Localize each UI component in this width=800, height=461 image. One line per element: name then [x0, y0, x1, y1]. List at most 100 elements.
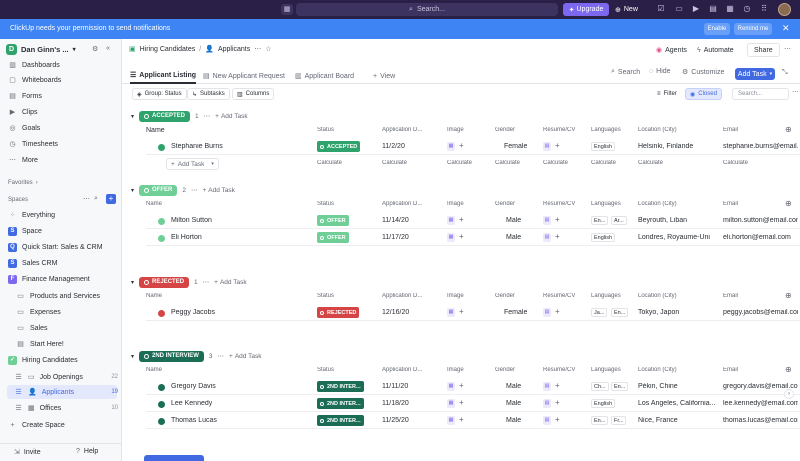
- more-options-icon[interactable]: ⋯: [203, 278, 210, 286]
- create-space-button[interactable]: + Create Space: [8, 419, 64, 431]
- status-check-icon[interactable]: [158, 384, 165, 391]
- group-header-2nd-interview[interactable]: ▾ 2ND INTERVIEW 3 ⋯ + Add Task: [131, 350, 261, 362]
- sidebar-space-finance[interactable]: F Finance Management: [8, 273, 90, 285]
- home-icon[interactable]: ▦: [281, 4, 293, 15]
- customize-button[interactable]: ⚙ Customize: [682, 68, 724, 77]
- new-button[interactable]: ⊕ New: [615, 3, 638, 16]
- plus-icon[interactable]: +: [459, 307, 464, 316]
- add-column-icon[interactable]: ⊕: [785, 291, 792, 300]
- workspace-switcher[interactable]: D Dan Ginn's ... ▾: [6, 44, 76, 55]
- plus-icon[interactable]: +: [555, 215, 560, 224]
- plus-icon[interactable]: +: [459, 381, 464, 390]
- file-icon[interactable]: ▤: [543, 216, 551, 225]
- sidebar-folder-sales[interactable]: ▭ Sales: [16, 322, 47, 334]
- sidebar-space-hiring[interactable]: ✓ Hiring Candidates: [8, 354, 78, 366]
- sidebar-space-space[interactable]: S Space: [8, 225, 42, 237]
- sidebar-space-quick-start[interactable]: Q Quick Start: Sales & CRM: [8, 241, 103, 253]
- file-icon[interactable]: ▤: [543, 142, 551, 151]
- status-check-icon[interactable]: [158, 235, 165, 242]
- status-check-icon[interactable]: [158, 418, 165, 425]
- settings-icon[interactable]: ⚙: [92, 45, 98, 53]
- favorites-header[interactable]: Favorites ›: [8, 180, 38, 186]
- status-check-icon[interactable]: [158, 310, 165, 317]
- status-badge[interactable]: 2ND INTER...: [317, 415, 364, 426]
- sidebar-item-forms[interactable]: ▤ Forms: [8, 90, 42, 102]
- sidebar-item-timesheets[interactable]: ◷ Timesheets: [8, 138, 57, 150]
- sidebar-item-dashboards[interactable]: ▥ Dashboards: [8, 59, 60, 71]
- checklist-icon[interactable]: ☑: [656, 4, 666, 14]
- image-icon[interactable]: ▦: [447, 399, 455, 408]
- status-badge[interactable]: OFFER: [317, 215, 349, 226]
- image-icon[interactable]: ▦: [447, 416, 455, 425]
- more-options-icon[interactable]: ⋯: [792, 88, 799, 96]
- sidebar-item-clips[interactable]: ▶ Clips: [8, 106, 38, 118]
- file-icon[interactable]: ▤: [543, 308, 551, 317]
- search-tasks-button[interactable]: ⌕ Search: [611, 68, 640, 76]
- add-column-icon[interactable]: ⊕: [785, 365, 792, 374]
- group-by-chip[interactable]: ◈ Group: Status: [132, 88, 187, 100]
- image-icon[interactable]: ▦: [447, 308, 455, 317]
- record-icon[interactable]: ▭: [674, 4, 684, 14]
- next-group-status-badge[interactable]: [144, 455, 204, 461]
- group-add-task-button[interactable]: + Add Task: [202, 187, 234, 194]
- sidebar-list-applicants[interactable]: ☰ 👤 Applicants 19: [14, 386, 118, 398]
- add-task-button[interactable]: Add Task ▾: [735, 68, 775, 80]
- tab-new-applicant-request[interactable]: ▤ New Applicant Request: [203, 68, 285, 84]
- star-icon[interactable]: ☆: [265, 45, 271, 53]
- filter-button[interactable]: ≡ Filter: [652, 88, 682, 100]
- table-row[interactable]: Stephanie Burns ACCEPTED 11/2/20 ▦ + Fem…: [146, 139, 800, 155]
- plus-icon[interactable]: +: [459, 215, 464, 224]
- status-check-icon[interactable]: [158, 144, 165, 151]
- group-add-task-button[interactable]: + Add Task: [215, 113, 247, 120]
- status-check-icon[interactable]: [158, 218, 165, 225]
- automate-button[interactable]: ϟ Automate: [697, 43, 734, 57]
- plus-icon[interactable]: +: [459, 141, 464, 150]
- image-icon[interactable]: ▦: [447, 233, 455, 242]
- sidebar-folder-expenses[interactable]: ▭ Expenses: [16, 306, 61, 318]
- scroll-right-icon[interactable]: ›: [784, 389, 794, 399]
- video-icon[interactable]: ▶: [691, 4, 701, 14]
- closed-chip[interactable]: ◉ Closed: [685, 88, 722, 100]
- doc-icon[interactable]: ▤: [708, 4, 718, 14]
- more-options-icon[interactable]: ⋯: [254, 45, 261, 53]
- upgrade-button[interactable]: ✦ Upgrade: [563, 3, 609, 16]
- clock-icon[interactable]: ◷: [742, 4, 752, 14]
- subtasks-chip[interactable]: ↳ Subtasks: [187, 88, 230, 100]
- user-avatar[interactable]: [778, 3, 791, 16]
- status-badge[interactable]: 2ND INTER...: [317, 398, 364, 409]
- table-row[interactable]: Gregory Davis 2ND INTER... 11/11/20 ▦ + …: [146, 379, 800, 395]
- invite-button[interactable]: ⇲ Invite: [14, 448, 41, 457]
- share-button[interactable]: Share: [747, 43, 780, 57]
- group-header-accepted[interactable]: ▾ ACCEPTED 1 ⋯ + Add Task: [131, 110, 248, 122]
- plus-icon[interactable]: +: [555, 415, 560, 424]
- plus-icon[interactable]: +: [555, 232, 560, 241]
- enable-button[interactable]: Enable: [704, 23, 730, 35]
- status-badge[interactable]: REJECTED: [317, 307, 360, 318]
- breadcrumb-list[interactable]: Applicants: [218, 46, 250, 53]
- more-options-icon[interactable]: ⋯: [784, 45, 791, 53]
- hide-button[interactable]: ◌ Hide: [649, 68, 671, 75]
- more-options-icon[interactable]: ⋯: [218, 352, 225, 360]
- file-icon[interactable]: ▤: [543, 416, 551, 425]
- image-icon[interactable]: ▦: [447, 382, 455, 391]
- tab-applicant-listing[interactable]: ☰ Applicant Listing: [130, 68, 197, 84]
- add-column-icon[interactable]: ⊕: [785, 199, 792, 208]
- sidebar-doc-start-here[interactable]: ▤ Start Here!: [16, 338, 64, 350]
- breadcrumb-space[interactable]: Hiring Candidates: [140, 46, 196, 53]
- collapse-icon[interactable]: ⤡: [782, 69, 788, 77]
- status-badge[interactable]: ACCEPTED: [317, 141, 361, 152]
- file-icon[interactable]: ▤: [543, 233, 551, 242]
- group-header-rejected[interactable]: ▾ REJECTED 1 ⋯ + Add Task: [131, 276, 247, 288]
- agents-button[interactable]: ◉ Agents: [656, 43, 687, 57]
- table-row[interactable]: Eli Horton OFFER 11/17/20 ▦ + Male ▤ + E…: [146, 230, 800, 246]
- plus-icon[interactable]: +: [459, 232, 464, 241]
- status-check-icon[interactable]: [158, 401, 165, 408]
- sidebar-item-whiteboards[interactable]: ▢ Whiteboards: [8, 74, 61, 86]
- more-options-icon[interactable]: ⋯: [204, 112, 211, 120]
- image-icon[interactable]: ▦: [447, 142, 455, 151]
- close-icon[interactable]: ✕: [782, 23, 790, 34]
- help-button[interactable]: ? Help: [76, 448, 98, 455]
- table-row[interactable]: Thomas Lucas 2ND INTER... 11/25/20 ▦ + M…: [146, 413, 800, 429]
- add-column-icon[interactable]: ⊕: [785, 125, 792, 134]
- plus-icon[interactable]: +: [555, 141, 560, 150]
